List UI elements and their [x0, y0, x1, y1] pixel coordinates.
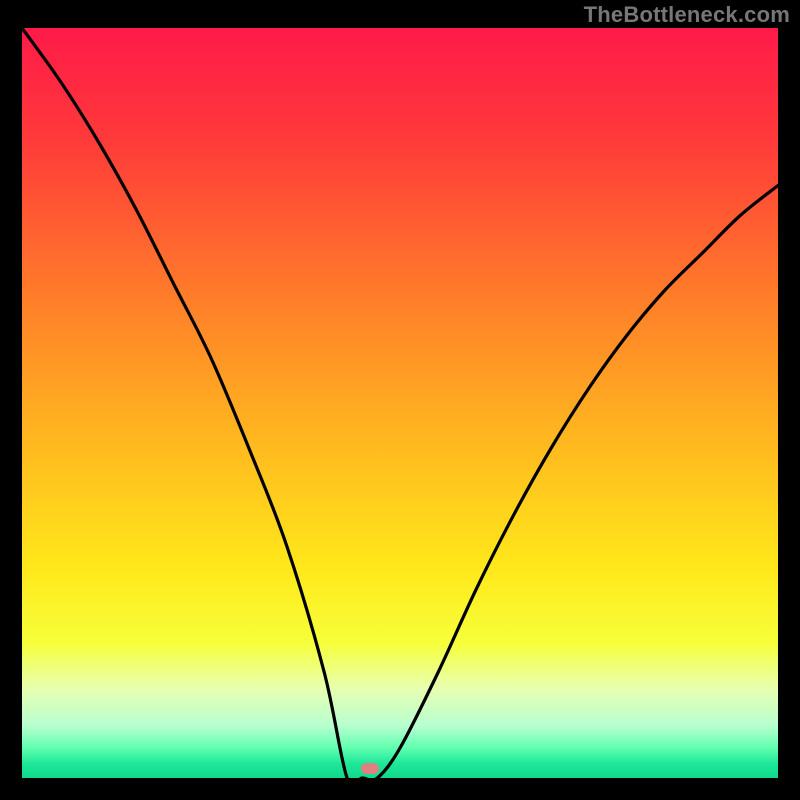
chart-svg — [22, 28, 778, 778]
optimum-marker — [361, 763, 379, 774]
watermark-text: TheBottleneck.com — [584, 2, 790, 28]
chart-frame: TheBottleneck.com — [0, 0, 800, 800]
gradient-background — [22, 28, 778, 778]
plot-area — [22, 28, 778, 778]
